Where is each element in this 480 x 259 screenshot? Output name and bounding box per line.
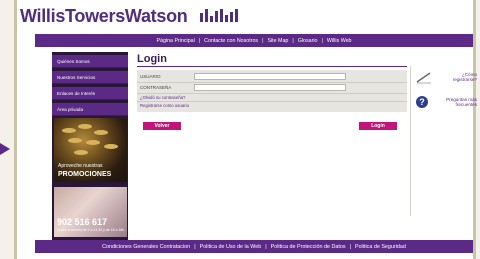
forgot-password-link[interactable]: ¿Olvidó su contraseña?	[140, 94, 185, 101]
brand-name: WillisTowersWatson	[20, 6, 188, 26]
register-link[interactable]: Registrarse como usuario	[140, 102, 189, 109]
login-form: USUARIO CONTRASEÑA ¿Olvidó su contraseña…	[137, 70, 407, 112]
nav-home[interactable]: Página Principal	[157, 38, 195, 44]
footer-link-seguridad[interactable]: Politica de Seguridad	[355, 244, 406, 250]
password-input[interactable]	[194, 84, 346, 91]
promo-banner[interactable]: Aproveche nuestras PROMOCIONES	[54, 118, 127, 182]
user-label: USUARIO	[140, 74, 161, 79]
footer-separator: |	[194, 243, 196, 250]
promo-line2: PROMOCIONES	[58, 171, 112, 178]
help-register[interactable]: ¿Cómo registrarse?	[415, 70, 477, 86]
help-faq[interactable]: ? Preguntas más frecuentes	[415, 95, 477, 111]
logo-bars-icon	[200, 9, 239, 22]
help-faq-label: Preguntas más frecuentes	[446, 97, 477, 107]
footer-separator: |	[265, 243, 267, 250]
title-divider	[137, 66, 407, 67]
footer-link-uso-web[interactable]: Politica de Uso de la Web	[200, 244, 262, 250]
footer-link-contratacion[interactable]: Condiciones Generales Contratacion	[102, 244, 190, 250]
footer-link-proteccion-datos[interactable]: Politica de Protección de Datos	[271, 244, 346, 250]
nav-separator: |	[321, 37, 323, 44]
phone-hours: Lunes a viernes de 9 a 14,30 y de 16 a 1…	[57, 228, 125, 232]
nav-separator: |	[292, 37, 294, 44]
password-label: CONTRASEÑA	[140, 85, 172, 90]
nav-separator: |	[262, 37, 264, 44]
login-button[interactable]: Login	[359, 122, 397, 130]
nav-contact[interactable]: Contacte con Nosotros	[204, 38, 258, 44]
phone-number: 902 516 617	[57, 217, 108, 227]
page-title: Login	[137, 53, 167, 65]
nav-glossary[interactable]: Glosario	[298, 38, 318, 44]
svg-text:?: ?	[419, 97, 425, 107]
nav-willis-web[interactable]: Willis Web	[327, 38, 352, 44]
sidebar-item-servicios[interactable]: Nuestros Servicios	[52, 71, 128, 84]
form-divider	[137, 82, 407, 83]
right-column-divider	[410, 66, 411, 216]
frame-right-border	[473, 0, 476, 259]
nav-separator: |	[198, 37, 201, 44]
user-row: USUARIO	[140, 73, 404, 81]
sidebar-item-quienes-somos[interactable]: Quiénes Somos	[52, 55, 128, 68]
top-nav: Página Principal | Contacte con Nosotros…	[35, 34, 473, 47]
sidebar-item-enlaces[interactable]: Enlaces de Interés	[52, 87, 128, 100]
pencil-icon	[416, 72, 431, 84]
nav-sitemap[interactable]: Site Map	[267, 38, 288, 44]
footer-nav: Condiciones Generales Contratacion | Pol…	[35, 240, 473, 253]
footer-separator: |	[349, 243, 351, 250]
pointer-arrow-icon	[0, 143, 10, 155]
sidebar-item-area-privada[interactable]: Área privada	[52, 103, 128, 116]
phone-banner[interactable]: 902 516 617 Lunes a viernes de 9 a 14,30…	[54, 187, 127, 237]
help-register-label: ¿Cómo registrarse?	[452, 72, 477, 82]
brand-logo[interactable]: WillisTowersWatson	[20, 6, 239, 27]
password-row: CONTRASEÑA	[140, 84, 404, 92]
promo-line1: Aproveche nuestras	[58, 163, 103, 169]
question-icon: ?	[416, 96, 428, 108]
back-button[interactable]: Volver	[143, 122, 181, 130]
user-input[interactable]	[194, 73, 346, 80]
